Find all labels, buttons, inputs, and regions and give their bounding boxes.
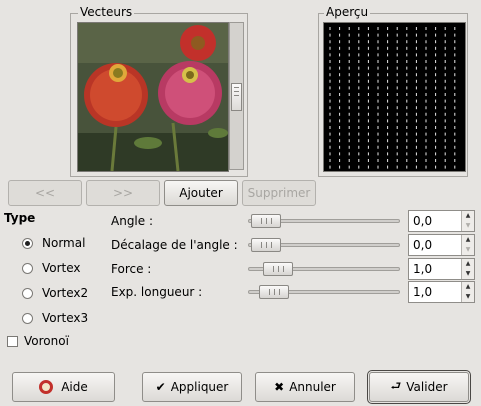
angle-up-icon[interactable]: ▲ (462, 211, 474, 221)
angle-offset-slider[interactable] (248, 238, 400, 252)
strength-slider-thumb[interactable] (262, 262, 293, 276)
add-vector-label: Ajouter (179, 186, 223, 200)
voronoi-checkbox[interactable] (7, 335, 18, 347)
strength-label: Force : (111, 262, 152, 276)
type-option-label: Vortex3 (42, 311, 89, 325)
strength-slider[interactable] (248, 262, 400, 276)
ok-label: Valider (406, 380, 448, 394)
angle-offset-up-icon[interactable]: ▲ (462, 235, 474, 245)
strength-down-icon[interactable]: ▼ (462, 269, 474, 279)
angle-offset-spinbutton[interactable]: 0,0 ▲ ▼ (408, 234, 475, 256)
type-option-normal[interactable]: Normal (22, 236, 85, 250)
vector-scrollbar-thumb[interactable] (231, 83, 242, 111)
length-exponent-up-icon[interactable]: ▲ (462, 282, 474, 292)
length-exponent-slider-thumb[interactable] (259, 285, 290, 299)
vector-scrollbar[interactable] (229, 22, 244, 170)
close-icon: ✖ (274, 380, 285, 394)
cancel-button[interactable]: ✖ Annuler (255, 372, 355, 402)
length-exponent-value: 1,0 (413, 285, 433, 299)
vector-field-preview (329, 27, 456, 169)
ok-button[interactable]: ⮐ Valider (367, 370, 471, 404)
delete-vector-button[interactable]: Supprimer (242, 180, 316, 206)
help-button[interactable]: Aide (12, 372, 115, 402)
length-exponent-slider[interactable] (248, 285, 400, 299)
angle-label: Angle : (111, 214, 154, 228)
strength-value: 1,0 (413, 262, 433, 276)
type-heading: Type (4, 211, 36, 225)
length-exponent-label: Exp. longueur : (111, 285, 203, 299)
help-icon (39, 380, 54, 394)
type-option-vortex3[interactable]: Vortex3 (22, 311, 88, 325)
voronoi-label: Voronoï (24, 334, 69, 348)
add-vector-button[interactable]: Ajouter (164, 180, 238, 206)
angle-offset-down-icon[interactable]: ▼ (462, 245, 474, 255)
angle-offset-slider-thumb[interactable] (251, 238, 281, 252)
checkmark-icon: ✔ (155, 380, 166, 394)
type-option-label: Vortex2 (42, 286, 89, 300)
type-option-label: Vortex (42, 261, 81, 275)
angle-offset-value: 0,0 (413, 238, 433, 252)
angle-slider-thumb[interactable] (251, 214, 281, 228)
preview-frame-title: Aperçu (324, 5, 371, 19)
angle-slider[interactable] (248, 214, 400, 228)
preview-canvas (323, 22, 466, 172)
previous-vector-button[interactable]: << (8, 180, 82, 206)
vectors-frame-title: Vecteurs (78, 5, 135, 19)
length-exponent-spinbutton[interactable]: 1,0 ▲ ▼ (408, 281, 475, 303)
cancel-label: Annuler (289, 380, 336, 394)
type-option-label: Normal (42, 236, 86, 250)
strength-up-icon[interactable]: ▲ (462, 259, 474, 269)
radio-vortex2[interactable] (22, 287, 33, 299)
radio-normal[interactable] (22, 237, 33, 249)
angle-value: 0,0 (413, 214, 433, 228)
apply-label: Appliquer (170, 380, 229, 394)
voronoi-checkbox-row[interactable]: Voronoï (7, 334, 69, 348)
apply-button[interactable]: ✔ Appliquer (142, 372, 242, 402)
help-label: Aide (61, 380, 88, 394)
angle-spinbutton[interactable]: 0,0 ▲ ▼ (408, 210, 475, 232)
vector-image-canvas[interactable] (77, 22, 229, 172)
type-option-vortex[interactable]: Vortex (22, 261, 81, 275)
angle-down-icon[interactable]: ▼ (462, 221, 474, 231)
angle-offset-label: Décalage de l'angle : (111, 238, 238, 252)
next-vector-button[interactable]: >> (86, 180, 160, 206)
length-exponent-down-icon[interactable]: ▼ (462, 292, 474, 302)
enter-key-icon: ⮐ (390, 378, 402, 393)
strength-spinbutton[interactable]: 1,0 ▲ ▼ (408, 258, 475, 280)
radio-vortex[interactable] (22, 262, 33, 274)
radio-vortex3[interactable] (22, 312, 33, 324)
flower-image (78, 23, 228, 171)
type-option-vortex2[interactable]: Vortex2 (22, 286, 88, 300)
